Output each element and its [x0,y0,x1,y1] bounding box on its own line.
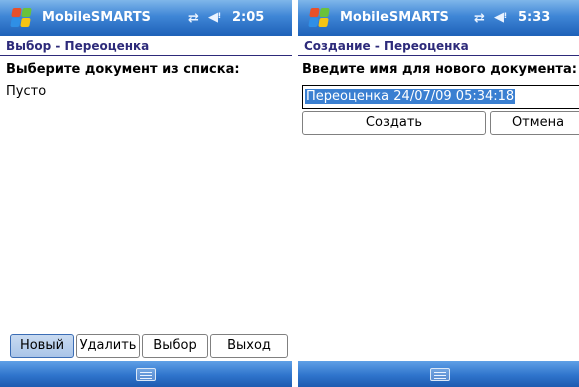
document-list-empty[interactable]: Пусто [6,84,46,99]
connectivity-icon[interactable]: ⇄ [474,11,485,26]
page-subtitle: Выбор - Переоценка [0,36,292,56]
title-bar: MobileSMARTS ⇄ ◀ᵎ 5:33 [298,0,579,36]
connectivity-icon[interactable]: ⇄ [188,11,199,26]
soft-input-bar [298,361,579,387]
app-title: MobileSMARTS [42,10,151,25]
clock[interactable]: 2:05 [232,10,264,25]
volume-icon[interactable]: ◀ᵎ [208,10,221,25]
windows-flag-icon[interactable] [308,7,330,29]
select-button[interactable]: Выбор [142,334,208,358]
prompt-label: Выберите документ из списка: [6,62,240,77]
app-title: MobileSMARTS [340,10,449,25]
windows-flag-icon[interactable] [10,7,32,29]
document-name-input[interactable]: Переоценка 24/07/09 05:34:18 [302,85,579,109]
keyboard-icon[interactable] [430,368,450,381]
document-name-value: Переоценка 24/07/09 05:34:18 [305,89,516,104]
prompt-label: Введите имя для нового документа: [302,62,577,77]
delete-button[interactable]: Удалить [76,334,140,358]
volume-icon[interactable]: ◀ᵎ [494,10,507,25]
new-button[interactable]: Новый [10,334,74,358]
exit-button[interactable]: Выход [210,334,288,358]
create-button[interactable]: Создать [302,111,486,135]
page-subtitle: Создание - Переоценка [298,36,579,56]
clock[interactable]: 5:33 [518,10,550,25]
left-screen: MobileSMARTS ⇄ ◀ᵎ 2:05 Выбор - Переоценк… [0,0,292,387]
soft-input-bar [0,361,292,387]
cancel-button[interactable]: Отмена [490,111,579,135]
right-screen: MobileSMARTS ⇄ ◀ᵎ 5:33 Создание - Переоц… [298,0,579,387]
title-bar: MobileSMARTS ⇄ ◀ᵎ 2:05 [0,0,292,36]
keyboard-icon[interactable] [136,368,156,381]
